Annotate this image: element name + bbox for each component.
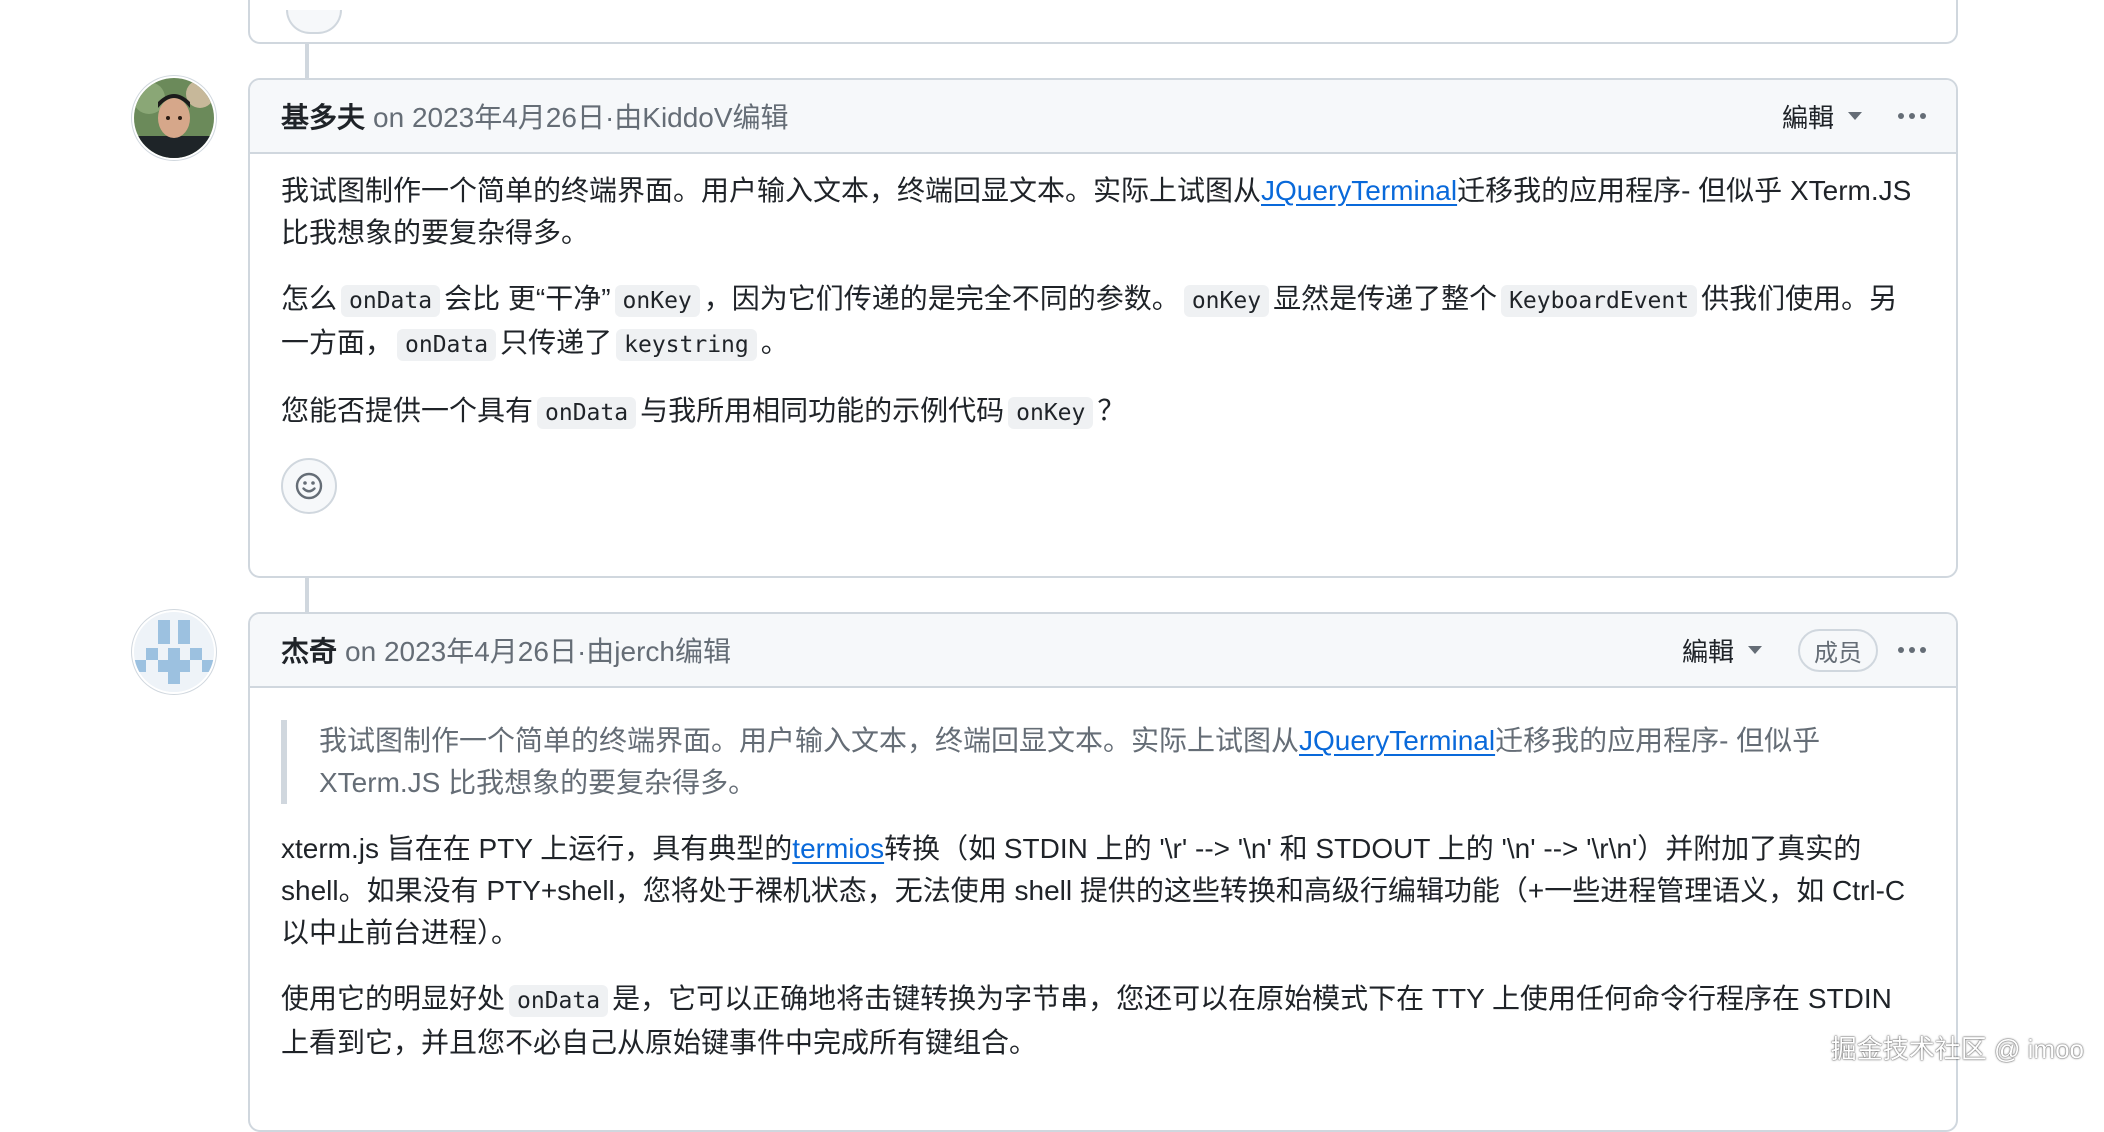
text: 。 [760, 327, 789, 358]
timeline-connector [305, 576, 309, 612]
text: ，因为它们传递的是完全不同的参数。 [703, 283, 1180, 314]
jqueryterminal-link[interactable]: JQueryTerminal [1261, 175, 1457, 206]
triangle-down-icon [1748, 646, 1762, 654]
reaction-button[interactable] [286, 10, 342, 34]
text: 我试图制作一个简单的终端界面。用户输入文本，终端回显文本。实际上试图从 [319, 725, 1300, 756]
comment-card: 杰奇 on 2023年4月26日·由jerch编辑 編輯 成员 我试图制作一个简… [248, 612, 1958, 1132]
comment-header: 杰奇 on 2023年4月26日·由jerch编辑 編輯 成员 [250, 614, 1956, 688]
watermark: 掘金技术社区 @ imoo [1830, 1034, 2084, 1064]
member-badge: 成员 [1798, 628, 1878, 672]
edit-label: 編輯 [1781, 102, 1834, 133]
inline-code: onData [537, 397, 637, 429]
text: 使用它的明显好处 [281, 983, 506, 1014]
text: 您能否提供一个具有 [281, 395, 534, 426]
comment-card: 基多夫 on 2023年4月26日·由KiddoV编辑 編輯 我试图制作一个简单… [248, 78, 1958, 578]
comment-header: 基多夫 on 2023年4月26日·由KiddoV编辑 編輯 [250, 80, 1956, 154]
inline-code: onData [509, 985, 609, 1017]
comment-paragraph: xterm.js 旨在在 PTY 上运行，具有典型的termios转换（如 ST… [281, 828, 1925, 954]
termios-link[interactable]: termios [792, 833, 884, 864]
timeline-connector [305, 44, 309, 78]
text: 会比 更“干净” [444, 283, 611, 314]
inline-code: onData [397, 329, 497, 361]
comment-meta[interactable]: on 2023年4月26日·由jerch编辑 [345, 630, 731, 670]
text: 怎么 [281, 283, 338, 314]
comment-author[interactable]: 杰奇 [281, 630, 337, 670]
comment-paragraph: 使用它的明显好处 onData 是，它可以正确地将击键转换为字节串，您还可以在原始模… [281, 978, 1925, 1064]
comment-paragraph: 怎么 onData 会比 更“干净” onKey ，因为它们传递的是完全不同的参数。 on… [281, 278, 1925, 366]
previous-comment-card [248, 0, 1958, 44]
text: 只传递了 [500, 327, 613, 358]
inline-code: keystring [616, 329, 757, 361]
avatar[interactable] [134, 78, 214, 158]
kebab-horizontal-icon[interactable] [1898, 647, 1926, 653]
comment-body: 我试图制作一个简单的终端界面。用户输入文本，终端回显文本。实际上试图从JQuer… [250, 688, 1956, 1064]
add-reaction-button[interactable] [281, 458, 337, 514]
identicon-avatar-icon [134, 612, 214, 692]
inline-code: onKey [1183, 285, 1270, 317]
triangle-down-icon [1848, 112, 1862, 120]
text: 与我所用相同功能的示例代码 [640, 395, 1005, 426]
kebab-horizontal-icon[interactable] [1898, 113, 1926, 119]
comment-paragraph: 我试图制作一个简单的终端界面。用户输入文本，终端回显文本。实际上试图从JQuer… [281, 170, 1925, 254]
text: xterm.js 旨在在 PTY 上运行，具有典型的 [281, 833, 793, 864]
comment-meta[interactable]: on 2023年4月26日·由KiddoV编辑 [373, 96, 789, 136]
edit-label: 編輯 [1681, 636, 1734, 667]
comment-author[interactable]: 基多夫 [281, 96, 365, 136]
avatar[interactable] [134, 612, 214, 692]
edit-history-dropdown[interactable]: 編輯 [1782, 98, 1862, 135]
comment-paragraph: 您能否提供一个具有 onData 与我所用相同功能的示例代码 onKey？ [281, 390, 1925, 434]
jqueryterminal-link[interactable]: JQueryTerminal [1299, 725, 1495, 756]
text: 显然是传递了整个 [1273, 283, 1498, 314]
user-photo-avatar-icon [134, 78, 214, 158]
smiley-icon [295, 472, 323, 500]
inline-code: KeyboardEvent [1501, 285, 1698, 317]
inline-code: onKey [614, 285, 700, 317]
quoted-reply: 我试图制作一个简单的终端界面。用户输入文本，终端回显文本。实际上试图从JQuer… [281, 720, 1925, 804]
inline-code: onData [341, 285, 441, 317]
text: 我试图制作一个简单的终端界面。用户输入文本，终端回显文本。实际上试图从 [281, 175, 1262, 206]
edit-history-dropdown[interactable]: 編輯 [1682, 632, 1762, 669]
comment-body: 我试图制作一个简单的终端界面。用户输入文本，终端回显文本。实际上试图从JQuer… [250, 154, 1956, 514]
text: ？ [1097, 395, 1126, 426]
inline-code: onKey [1008, 397, 1094, 429]
